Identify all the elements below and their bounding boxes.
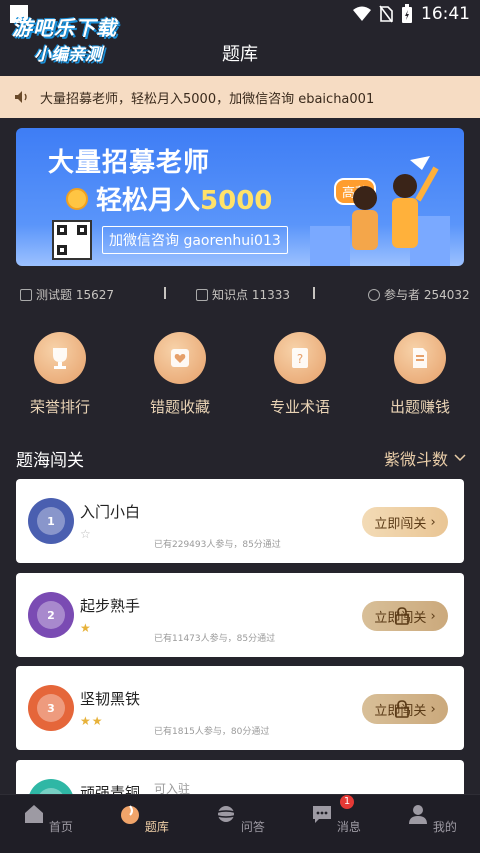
- watermark-line1: 游吧乐下载: [12, 16, 117, 40]
- notice-bar[interactable]: 大量招募老师，轻松月入5000，加微信咨询 ebaicha001: [0, 76, 480, 118]
- wifi-icon: [353, 6, 371, 21]
- recruit-banner[interactable]: 大量招募老师 轻松月入5000 加微信咨询 gaorenhui013 高薪: [16, 128, 464, 266]
- home-icon: [25, 805, 44, 823]
- banner-amount: 5000: [200, 186, 273, 216]
- nav-question-bank[interactable]: 题库: [114, 803, 174, 835]
- no-sim-icon: [379, 5, 393, 23]
- page-title: 题库: [222, 44, 258, 65]
- edit-doc-icon: [413, 348, 427, 368]
- quick-terminology[interactable]: ? 专业术语: [250, 332, 350, 417]
- qr-code-icon: [52, 220, 92, 260]
- people-illustration: [310, 156, 450, 266]
- quick-wrong-collection[interactable]: 错题收藏: [130, 332, 230, 417]
- level-info: 已有229493人参与，85分通过: [154, 540, 281, 550]
- category-dropdown[interactable]: 紫微斗数: [384, 446, 466, 470]
- start-challenge-button[interactable]: 立即闯关 ›: [362, 694, 448, 724]
- coin-icon: [66, 188, 88, 210]
- clipboard-icon: [20, 288, 32, 301]
- medal-icon: 1: [28, 498, 74, 544]
- level-card[interactable]: 3 坚韧黑铁 ★★ 已有1815人参与，80分通过 立即闯关 ›: [16, 666, 464, 750]
- heart-icon: [171, 349, 189, 367]
- level-stars: ★: [80, 621, 92, 635]
- nav-qa[interactable]: 问答: [210, 803, 270, 835]
- level-stars: ★★: [80, 714, 104, 728]
- stat-tests: 测试题 15627: [20, 286, 114, 303]
- level-info: 已有1815人参与，80分通过: [154, 727, 270, 737]
- quick-honor-ranking[interactable]: 荣誉排行: [10, 332, 110, 417]
- banner-line2: 轻松月入5000: [96, 186, 273, 216]
- nav-home[interactable]: 首页: [18, 803, 78, 835]
- battery-icon: [402, 4, 412, 23]
- planet-icon: [214, 806, 238, 822]
- level-card[interactable]: 2 起步熟手 ★ 已有11473人参与，85分通过 立即闯关 ›: [16, 573, 464, 657]
- stat-participants: 参与者 254032: [368, 286, 470, 303]
- status-bar: 游吧乐下载 小编亲测 16:41: [0, 0, 480, 65]
- level-name: 起步熟手: [80, 597, 141, 615]
- chat-icon: [313, 806, 332, 823]
- medal-icon: 2: [28, 592, 74, 638]
- message-badge: 1: [340, 795, 354, 809]
- quick-actions: 荣誉排行 错题收藏 ? 专业术语 出题赚钱: [0, 332, 480, 422]
- clock: 16:41: [421, 4, 470, 24]
- quick-label: 出题赚钱: [389, 398, 450, 416]
- level-stars: ☆: [80, 527, 92, 541]
- banner-wechat: 加微信咨询 gaorenhui013: [102, 226, 288, 254]
- speaker-icon: [15, 91, 27, 103]
- level-name: 入门小白: [80, 503, 141, 521]
- medal-icon: 3: [28, 685, 74, 731]
- question-bank-icon: [121, 805, 140, 824]
- nav-profile[interactable]: 我的: [402, 803, 462, 835]
- quick-earn-money[interactable]: 出题赚钱: [370, 332, 470, 417]
- stats-row: 测试题 15627 知识点 11333 参与者 254032: [0, 286, 480, 304]
- lock-icon: [395, 700, 409, 718]
- banner-line1: 大量招募老师: [48, 148, 211, 178]
- book-icon: [196, 288, 208, 301]
- quick-label: 荣誉排行: [29, 398, 90, 416]
- notice-text: 大量招募老师，轻松月入5000，加微信咨询 ebaicha001: [40, 91, 375, 107]
- trophy-icon: [53, 348, 67, 369]
- lock-icon: [395, 607, 409, 625]
- quick-label: 专业术语: [269, 398, 330, 416]
- person-icon: [409, 805, 428, 824]
- bottom-nav: 首页 题库 问答 消息 1 我的: [0, 794, 480, 853]
- svg-text:?: ?: [297, 352, 303, 366]
- nav-messages[interactable]: 消息: [306, 803, 366, 835]
- quick-label: 错题收藏: [149, 398, 210, 416]
- question-icon: ?: [292, 348, 308, 368]
- category-label: 紫微斗数: [383, 450, 448, 469]
- section-title: 题海闯关: [16, 451, 84, 471]
- start-challenge-button[interactable]: 立即闯关 ›: [362, 507, 448, 537]
- start-challenge-button[interactable]: 立即闯关 ›: [362, 601, 448, 631]
- level-name: 坚韧黑铁: [80, 690, 141, 708]
- level-info: 已有11473人参与，85分通过: [154, 634, 276, 644]
- eye-icon: [368, 288, 380, 301]
- stat-knowledge: 知识点 11333: [196, 286, 290, 303]
- chevron-down-icon: [454, 454, 466, 462]
- level-card[interactable]: 1 入门小白 ☆ 已有229493人参与，85分通过 立即闯关 ›: [16, 479, 464, 563]
